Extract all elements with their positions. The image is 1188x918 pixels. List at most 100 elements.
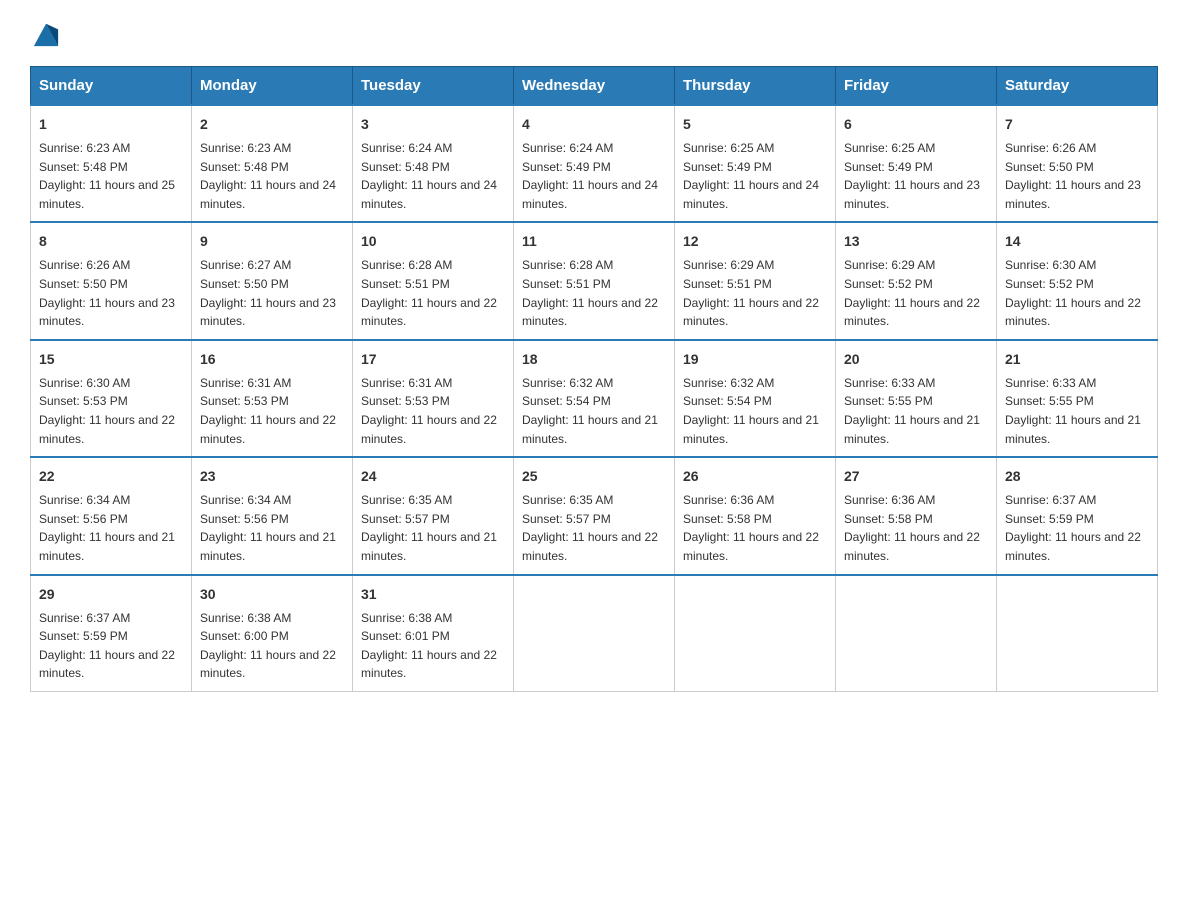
calendar-cell: 10 Sunrise: 6:28 AMSunset: 5:51 PMDaylig…: [353, 222, 514, 339]
day-number: 26: [683, 466, 827, 487]
page-header: [30, 20, 1158, 48]
day-number: 20: [844, 349, 988, 370]
col-header-thursday: Thursday: [675, 67, 836, 106]
calendar-cell: 12 Sunrise: 6:29 AMSunset: 5:51 PMDaylig…: [675, 222, 836, 339]
week-row-3: 15 Sunrise: 6:30 AMSunset: 5:53 PMDaylig…: [31, 340, 1158, 457]
logo-icon: [32, 20, 60, 48]
calendar-cell: 22 Sunrise: 6:34 AMSunset: 5:56 PMDaylig…: [31, 457, 192, 574]
day-number: 23: [200, 466, 344, 487]
day-number: 12: [683, 231, 827, 252]
col-header-tuesday: Tuesday: [353, 67, 514, 106]
day-number: 9: [200, 231, 344, 252]
calendar-cell: 13 Sunrise: 6:29 AMSunset: 5:52 PMDaylig…: [836, 222, 997, 339]
day-info: Sunrise: 6:25 AMSunset: 5:49 PMDaylight:…: [844, 139, 988, 213]
day-number: 4: [522, 114, 666, 135]
calendar-cell: 30 Sunrise: 6:38 AMSunset: 6:00 PMDaylig…: [192, 575, 353, 692]
day-number: 13: [844, 231, 988, 252]
day-info: Sunrise: 6:25 AMSunset: 5:49 PMDaylight:…: [683, 139, 827, 213]
calendar-cell: 20 Sunrise: 6:33 AMSunset: 5:55 PMDaylig…: [836, 340, 997, 457]
calendar-cell: 6 Sunrise: 6:25 AMSunset: 5:49 PMDayligh…: [836, 105, 997, 222]
day-number: 15: [39, 349, 183, 370]
calendar-cell: 8 Sunrise: 6:26 AMSunset: 5:50 PMDayligh…: [31, 222, 192, 339]
week-row-1: 1 Sunrise: 6:23 AMSunset: 5:48 PMDayligh…: [31, 105, 1158, 222]
day-info: Sunrise: 6:28 AMSunset: 5:51 PMDaylight:…: [522, 256, 666, 330]
day-number: 10: [361, 231, 505, 252]
day-number: 14: [1005, 231, 1149, 252]
day-info: Sunrise: 6:27 AMSunset: 5:50 PMDaylight:…: [200, 256, 344, 330]
day-number: 17: [361, 349, 505, 370]
day-info: Sunrise: 6:26 AMSunset: 5:50 PMDaylight:…: [39, 256, 183, 330]
day-info: Sunrise: 6:34 AMSunset: 5:56 PMDaylight:…: [39, 491, 183, 565]
col-header-monday: Monday: [192, 67, 353, 106]
calendar-cell: 27 Sunrise: 6:36 AMSunset: 5:58 PMDaylig…: [836, 457, 997, 574]
calendar-cell: 17 Sunrise: 6:31 AMSunset: 5:53 PMDaylig…: [353, 340, 514, 457]
day-number: 7: [1005, 114, 1149, 135]
day-info: Sunrise: 6:31 AMSunset: 5:53 PMDaylight:…: [200, 374, 344, 448]
day-info: Sunrise: 6:31 AMSunset: 5:53 PMDaylight:…: [361, 374, 505, 448]
calendar-table: SundayMondayTuesdayWednesdayThursdayFrid…: [30, 66, 1158, 692]
col-header-friday: Friday: [836, 67, 997, 106]
col-header-sunday: Sunday: [31, 67, 192, 106]
day-info: Sunrise: 6:23 AMSunset: 5:48 PMDaylight:…: [39, 139, 183, 213]
day-info: Sunrise: 6:23 AMSunset: 5:48 PMDaylight:…: [200, 139, 344, 213]
day-info: Sunrise: 6:36 AMSunset: 5:58 PMDaylight:…: [683, 491, 827, 565]
calendar-cell: 28 Sunrise: 6:37 AMSunset: 5:59 PMDaylig…: [997, 457, 1158, 574]
day-info: Sunrise: 6:24 AMSunset: 5:48 PMDaylight:…: [361, 139, 505, 213]
calendar-cell: 14 Sunrise: 6:30 AMSunset: 5:52 PMDaylig…: [997, 222, 1158, 339]
calendar-cell: 2 Sunrise: 6:23 AMSunset: 5:48 PMDayligh…: [192, 105, 353, 222]
day-info: Sunrise: 6:36 AMSunset: 5:58 PMDaylight:…: [844, 491, 988, 565]
day-info: Sunrise: 6:37 AMSunset: 5:59 PMDaylight:…: [1005, 491, 1149, 565]
day-number: 29: [39, 584, 183, 605]
calendar-cell: 3 Sunrise: 6:24 AMSunset: 5:48 PMDayligh…: [353, 105, 514, 222]
day-info: Sunrise: 6:30 AMSunset: 5:52 PMDaylight:…: [1005, 256, 1149, 330]
col-header-wednesday: Wednesday: [514, 67, 675, 106]
calendar-cell: 11 Sunrise: 6:28 AMSunset: 5:51 PMDaylig…: [514, 222, 675, 339]
day-info: Sunrise: 6:29 AMSunset: 5:51 PMDaylight:…: [683, 256, 827, 330]
calendar-cell: [514, 575, 675, 692]
calendar-cell: 1 Sunrise: 6:23 AMSunset: 5:48 PMDayligh…: [31, 105, 192, 222]
day-info: Sunrise: 6:35 AMSunset: 5:57 PMDaylight:…: [522, 491, 666, 565]
calendar-cell: 29 Sunrise: 6:37 AMSunset: 5:59 PMDaylig…: [31, 575, 192, 692]
day-number: 25: [522, 466, 666, 487]
day-info: Sunrise: 6:29 AMSunset: 5:52 PMDaylight:…: [844, 256, 988, 330]
calendar-cell: 31 Sunrise: 6:38 AMSunset: 6:01 PMDaylig…: [353, 575, 514, 692]
day-info: Sunrise: 6:24 AMSunset: 5:49 PMDaylight:…: [522, 139, 666, 213]
day-number: 19: [683, 349, 827, 370]
calendar-cell: 25 Sunrise: 6:35 AMSunset: 5:57 PMDaylig…: [514, 457, 675, 574]
day-number: 3: [361, 114, 505, 135]
day-info: Sunrise: 6:32 AMSunset: 5:54 PMDaylight:…: [522, 374, 666, 448]
calendar-cell: [836, 575, 997, 692]
day-number: 8: [39, 231, 183, 252]
day-info: Sunrise: 6:37 AMSunset: 5:59 PMDaylight:…: [39, 609, 183, 683]
calendar-cell: 16 Sunrise: 6:31 AMSunset: 5:53 PMDaylig…: [192, 340, 353, 457]
day-info: Sunrise: 6:34 AMSunset: 5:56 PMDaylight:…: [200, 491, 344, 565]
day-info: Sunrise: 6:26 AMSunset: 5:50 PMDaylight:…: [1005, 139, 1149, 213]
day-number: 21: [1005, 349, 1149, 370]
day-number: 2: [200, 114, 344, 135]
calendar-cell: 19 Sunrise: 6:32 AMSunset: 5:54 PMDaylig…: [675, 340, 836, 457]
week-row-5: 29 Sunrise: 6:37 AMSunset: 5:59 PMDaylig…: [31, 575, 1158, 692]
week-row-2: 8 Sunrise: 6:26 AMSunset: 5:50 PMDayligh…: [31, 222, 1158, 339]
calendar-cell: 24 Sunrise: 6:35 AMSunset: 5:57 PMDaylig…: [353, 457, 514, 574]
day-info: Sunrise: 6:38 AMSunset: 6:01 PMDaylight:…: [361, 609, 505, 683]
day-number: 18: [522, 349, 666, 370]
day-info: Sunrise: 6:35 AMSunset: 5:57 PMDaylight:…: [361, 491, 505, 565]
day-number: 24: [361, 466, 505, 487]
day-number: 5: [683, 114, 827, 135]
calendar-cell: 7 Sunrise: 6:26 AMSunset: 5:50 PMDayligh…: [997, 105, 1158, 222]
calendar-cell: 23 Sunrise: 6:34 AMSunset: 5:56 PMDaylig…: [192, 457, 353, 574]
calendar-cell: [997, 575, 1158, 692]
day-info: Sunrise: 6:30 AMSunset: 5:53 PMDaylight:…: [39, 374, 183, 448]
day-number: 28: [1005, 466, 1149, 487]
calendar-cell: 18 Sunrise: 6:32 AMSunset: 5:54 PMDaylig…: [514, 340, 675, 457]
day-info: Sunrise: 6:28 AMSunset: 5:51 PMDaylight:…: [361, 256, 505, 330]
day-info: Sunrise: 6:38 AMSunset: 6:00 PMDaylight:…: [200, 609, 344, 683]
day-info: Sunrise: 6:32 AMSunset: 5:54 PMDaylight:…: [683, 374, 827, 448]
day-number: 31: [361, 584, 505, 605]
calendar-cell: 5 Sunrise: 6:25 AMSunset: 5:49 PMDayligh…: [675, 105, 836, 222]
day-info: Sunrise: 6:33 AMSunset: 5:55 PMDaylight:…: [1005, 374, 1149, 448]
calendar-cell: [675, 575, 836, 692]
day-info: Sunrise: 6:33 AMSunset: 5:55 PMDaylight:…: [844, 374, 988, 448]
day-number: 22: [39, 466, 183, 487]
calendar-cell: 4 Sunrise: 6:24 AMSunset: 5:49 PMDayligh…: [514, 105, 675, 222]
